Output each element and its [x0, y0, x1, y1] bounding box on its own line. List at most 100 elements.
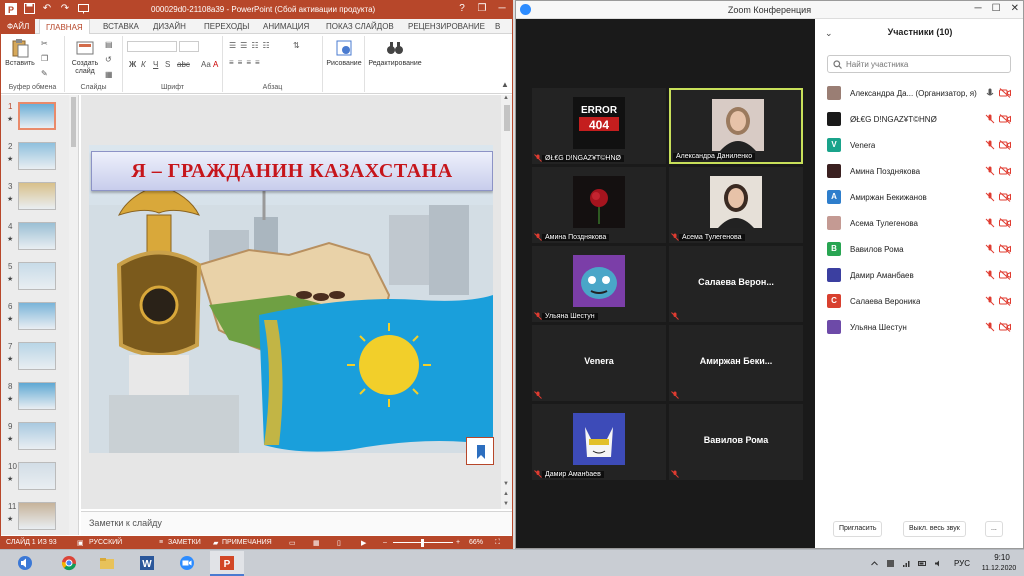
- participant-row[interactable]: ØŁ€G D!NGAZ¥T©HNØ: [815, 107, 1023, 133]
- font-name-combo[interactable]: [127, 41, 177, 52]
- clock-time[interactable]: 9:10: [984, 553, 1020, 562]
- font-color-button[interactable]: А: [213, 60, 218, 69]
- save-icon[interactable]: [23, 3, 35, 15]
- camera-off-icon[interactable]: [999, 322, 1011, 332]
- comments-toggle[interactable]: ПРИМЕЧАНИЯ: [222, 539, 272, 546]
- camera-off-icon[interactable]: [999, 114, 1011, 124]
- taskbar-zoom[interactable]: [170, 551, 204, 576]
- input-language[interactable]: РУС: [954, 559, 970, 568]
- camera-off-icon[interactable]: [999, 192, 1011, 202]
- tab-review[interactable]: РЕЦЕНЗИРОВАНИЕ: [408, 19, 485, 34]
- participant-video-tile[interactable]: Амина Позднякова: [532, 167, 666, 243]
- participant-video-tile[interactable]: Venera: [532, 325, 666, 401]
- clock-date[interactable]: 11.12.2020: [976, 565, 1022, 572]
- tab-animations[interactable]: АНИМАЦИЯ: [263, 19, 309, 34]
- font-size-combo[interactable]: [179, 41, 199, 52]
- taskbar-word[interactable]: W: [130, 551, 164, 576]
- slide-thumbnail[interactable]: 9 ★: [1, 421, 78, 461]
- slide-thumbnail[interactable]: 2 ★: [1, 141, 78, 181]
- start-presentation-icon[interactable]: [77, 3, 89, 15]
- taskbar-speaker[interactable]: [8, 551, 42, 576]
- mic-icon[interactable]: [985, 88, 995, 98]
- camera-off-icon[interactable]: [999, 244, 1011, 254]
- network-icon[interactable]: [902, 559, 911, 568]
- tray-chevron-icon[interactable]: [870, 559, 879, 568]
- camera-off-icon[interactable]: [999, 218, 1011, 228]
- muted-mic-icon[interactable]: [985, 296, 995, 306]
- tab-transitions[interactable]: ПЕРЕХОДЫ: [204, 19, 249, 34]
- normal-view-icon[interactable]: ▭: [289, 539, 296, 547]
- slide-thumbnail[interactable]: 8 ★: [1, 381, 78, 421]
- zoom-in-button[interactable]: +: [456, 539, 460, 546]
- muted-mic-icon[interactable]: [985, 192, 995, 202]
- drawing-button[interactable]: Рисование: [325, 38, 363, 68]
- bold-button[interactable]: Ж: [129, 60, 136, 69]
- bookmark-button[interactable]: [466, 437, 494, 465]
- zoom-level[interactable]: 66%: [469, 539, 483, 546]
- zoom-out-button[interactable]: –: [383, 539, 387, 546]
- italic-button[interactable]: К: [141, 60, 146, 69]
- undo-icon[interactable]: ↶: [41, 3, 53, 15]
- participant-row[interactable]: Асема Тулегенова: [815, 211, 1023, 237]
- slide-thumbnail[interactable]: 5 ★: [1, 261, 78, 301]
- slide-title-box[interactable]: Я – ГРАЖДАНИН КАЗАХСТАНА: [91, 151, 493, 191]
- tab-slideshow[interactable]: ПОКАЗ СЛАЙДОВ: [326, 19, 394, 34]
- muted-mic-icon[interactable]: [985, 166, 995, 176]
- participant-row[interactable]: V Venera: [815, 133, 1023, 159]
- camera-off-icon[interactable]: [999, 166, 1011, 176]
- participant-video-tile[interactable]: Ульяна Шестун: [532, 246, 666, 322]
- layout-icon[interactable]: ▤: [105, 40, 113, 49]
- participant-video-tile[interactable]: Вавилов Рома: [669, 404, 803, 480]
- current-slide[interactable]: Я – ГРАЖДАНИН КАЗАХСТАНА: [89, 145, 493, 453]
- zoom-minimize-button[interactable]: ─: [975, 3, 982, 14]
- align-buttons[interactable]: ≡≡≡≡: [229, 58, 264, 67]
- taskbar-powerpoint[interactable]: P: [210, 551, 244, 576]
- fit-slide-icon[interactable]: ⛶: [495, 539, 500, 547]
- text-direction-icon[interactable]: ⇅: [293, 41, 300, 50]
- participant-video-tile[interactable]: Асема Тулегенова: [669, 167, 803, 243]
- invite-button[interactable]: Пригласить: [833, 521, 883, 537]
- battery-icon[interactable]: [918, 559, 927, 568]
- participant-video-tile[interactable]: Дамир Аманбаев: [532, 404, 666, 480]
- shadow-button[interactable]: S: [165, 60, 170, 69]
- tab-file[interactable]: ФАЙЛ: [1, 19, 36, 34]
- ribbon-display-button[interactable]: ❐: [476, 3, 488, 15]
- participant-row[interactable]: A Амиржан Бекижанов: [815, 185, 1023, 211]
- thumbnails-scrollbar[interactable]: [69, 95, 78, 535]
- reading-view-icon[interactable]: ▯: [337, 539, 341, 547]
- mute-all-button[interactable]: Выкл. весь звук: [903, 521, 966, 537]
- cut-icon[interactable]: ✂: [41, 39, 48, 48]
- change-case-button[interactable]: Aa: [201, 60, 211, 69]
- participant-row[interactable]: Ульяна Шестун: [815, 315, 1023, 341]
- scroll-up-arrow[interactable]: ▲: [503, 95, 509, 101]
- notes-toggle[interactable]: ЗАМЕТКИ: [168, 539, 201, 546]
- slide-thumbnail[interactable]: 4 ★: [1, 221, 78, 261]
- spellcheck-icon[interactable]: ▣: [77, 539, 84, 547]
- format-painter-icon[interactable]: ✎: [41, 69, 48, 78]
- participant-video-tile[interactable]: Александра Даниленко: [669, 88, 803, 164]
- tab-view[interactable]: В: [495, 19, 500, 34]
- muted-mic-icon[interactable]: [985, 114, 995, 124]
- copy-icon[interactable]: ❐: [41, 54, 48, 63]
- strikethrough-button[interactable]: abc: [177, 60, 190, 69]
- muted-mic-icon[interactable]: [985, 244, 995, 254]
- muted-mic-icon[interactable]: [985, 322, 995, 332]
- zoom-maximize-button[interactable]: ☐: [992, 3, 1001, 14]
- muted-mic-icon[interactable]: [985, 218, 995, 228]
- next-slide-arrow[interactable]: ▼: [503, 501, 509, 507]
- volume-icon[interactable]: [934, 559, 943, 568]
- participant-video-tile[interactable]: Амиржан Беки...: [669, 325, 803, 401]
- tray-app-icon[interactable]: [886, 559, 895, 568]
- slide-thumbnail[interactable]: 1 ★: [1, 101, 78, 141]
- slide-thumbnail[interactable]: 10 ★: [1, 461, 78, 501]
- slide-thumbnail[interactable]: 3 ★: [1, 181, 78, 221]
- camera-off-icon[interactable]: [999, 270, 1011, 280]
- editing-button[interactable]: Редактирование: [367, 38, 423, 68]
- participant-row[interactable]: Амина Позднякова: [815, 159, 1023, 185]
- tab-insert[interactable]: ВСТАВКА: [103, 19, 139, 34]
- list-buttons[interactable]: ☰☰☷☷: [229, 41, 274, 50]
- taskbar-explorer[interactable]: [90, 551, 124, 576]
- tab-home[interactable]: ГЛАВНАЯ: [39, 19, 90, 34]
- participant-row[interactable]: B Вавилов Рома: [815, 237, 1023, 263]
- participant-row[interactable]: Александра Да... (Организатор, я): [815, 81, 1023, 107]
